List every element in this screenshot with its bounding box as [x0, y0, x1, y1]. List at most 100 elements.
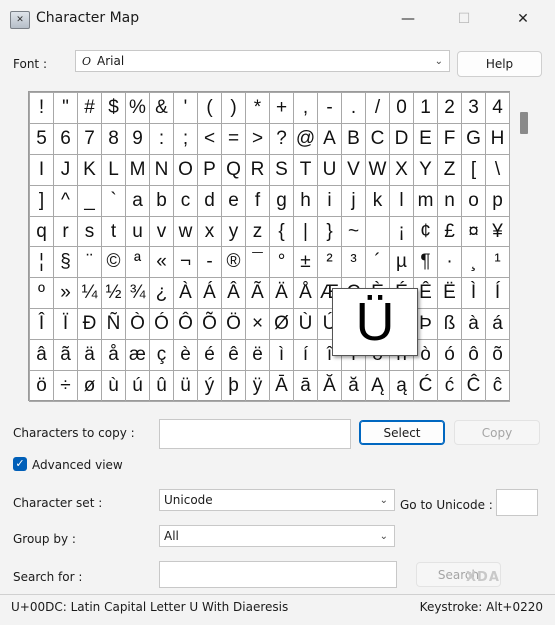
character-cell[interactable]: l: [389, 184, 414, 217]
character-cell[interactable]: _: [77, 184, 102, 217]
character-cell[interactable]: w: [173, 215, 198, 248]
character-cell[interactable]: à: [461, 308, 486, 341]
character-cell[interactable]: ©: [101, 246, 126, 279]
character-cell[interactable]: Å: [293, 277, 318, 310]
character-cell[interactable]: Ö: [221, 308, 246, 341]
copy-button[interactable]: Copy: [454, 420, 540, 445]
character-cell[interactable]: »: [53, 277, 78, 310]
character-cell[interactable]: µ: [389, 246, 414, 279]
character-cell[interactable]: ]: [29, 184, 54, 217]
character-cell[interactable]: ": [53, 92, 78, 124]
character-cell[interactable]: Í: [485, 277, 510, 310]
character-cell[interactable]: ª: [125, 246, 150, 279]
character-cell[interactable]: Ò: [125, 308, 150, 341]
character-cell[interactable]: ³: [341, 246, 366, 279]
character-cell[interactable]: p: [485, 184, 510, 217]
character-cell[interactable]: ¨: [77, 246, 102, 279]
character-cell[interactable]: j: [341, 184, 366, 217]
character-cell[interactable]: ç: [149, 339, 174, 372]
character-cell[interactable]: B: [341, 122, 366, 155]
character-cell[interactable]: [: [461, 153, 486, 186]
character-set-dropdown[interactable]: Unicode ⌄: [159, 489, 395, 511]
help-button[interactable]: Help: [457, 51, 542, 77]
character-cell[interactable]: <: [197, 122, 222, 155]
character-cell[interactable]: §: [53, 246, 78, 279]
character-cell[interactable]: %: [125, 92, 150, 124]
character-cell[interactable]: Ą: [365, 370, 390, 402]
character-cell[interactable]: ¶: [413, 246, 438, 279]
character-cell[interactable]: ¢: [413, 215, 438, 248]
character-cell[interactable]: Ó: [149, 308, 174, 341]
character-cell[interactable]: ^: [53, 184, 78, 217]
character-cell[interactable]: í: [293, 339, 318, 372]
character-cell[interactable]: ú: [125, 370, 150, 402]
character-cell[interactable]: \: [485, 153, 510, 186]
character-cell[interactable]: S: [269, 153, 294, 186]
character-cell[interactable]: =: [221, 122, 246, 155]
character-cell[interactable]: Ĉ: [461, 370, 486, 402]
character-cell[interactable]: ': [173, 92, 198, 124]
character-cell[interactable]: ;: [173, 122, 198, 155]
character-cell[interactable]: ®: [221, 246, 246, 279]
character-cell[interactable]: !: [29, 92, 54, 124]
character-cell[interactable]: -: [317, 92, 342, 124]
character-cell[interactable]: -: [197, 246, 222, 279]
character-cell[interactable]: ): [221, 92, 246, 124]
character-cell[interactable]: ä: [77, 339, 102, 372]
character-cell[interactable]: ~: [341, 215, 366, 248]
character-cell[interactable]: ·: [437, 246, 462, 279]
character-cell[interactable]: ÷: [53, 370, 78, 402]
character-cell[interactable]: @: [293, 122, 318, 155]
advanced-view-checkbox[interactable]: ✓: [13, 457, 27, 471]
character-cell[interactable]: è: [173, 339, 198, 372]
character-cell[interactable]: ā: [293, 370, 318, 402]
character-cell[interactable]: 6: [53, 122, 78, 155]
character-cell[interactable]: n: [437, 184, 462, 217]
character-cell[interactable]: k: [365, 184, 390, 217]
character-cell[interactable]: ²: [317, 246, 342, 279]
character-cell[interactable]: Z: [437, 153, 462, 186]
character-cell[interactable]: R: [245, 153, 270, 186]
character-cell[interactable]: +: [269, 92, 294, 124]
character-cell[interactable]: W: [365, 153, 390, 186]
character-cell[interactable]: ü: [173, 370, 198, 402]
character-cell[interactable]: £: [437, 215, 462, 248]
character-cell[interactable]: Q: [221, 153, 246, 186]
character-cell[interactable]: &: [149, 92, 174, 124]
character-cell[interactable]: u: [125, 215, 150, 248]
character-cell[interactable]: 8: [101, 122, 126, 155]
characters-to-copy-input[interactable]: [159, 419, 351, 449]
character-cell[interactable]: 4: [485, 92, 510, 124]
character-cell[interactable]: ¬: [173, 246, 198, 279]
character-cell[interactable]: V: [341, 153, 366, 186]
character-cell[interactable]: ë: [245, 339, 270, 372]
character-cell[interactable]: Ë: [437, 277, 462, 310]
character-cell[interactable]: æ: [125, 339, 150, 372]
character-cell[interactable]: Ä: [269, 277, 294, 310]
character-cell[interactable]: Ô: [173, 308, 198, 341]
character-cell[interactable]: Ð: [77, 308, 102, 341]
character-cell[interactable]: Ï: [53, 308, 78, 341]
character-cell[interactable]: h: [293, 184, 318, 217]
font-dropdown[interactable]: O Arial ⌄: [75, 50, 450, 72]
character-cell[interactable]: ¯: [245, 246, 270, 279]
character-cell[interactable]: ÿ: [245, 370, 270, 402]
character-cell[interactable]: «: [149, 246, 174, 279]
character-cell[interactable]: é: [197, 339, 222, 372]
character-cell[interactable]: Ù: [293, 308, 318, 341]
character-cell[interactable]: #: [77, 92, 102, 124]
character-cell[interactable]: F: [437, 122, 462, 155]
character-cell[interactable]: X: [389, 153, 414, 186]
go-to-unicode-input[interactable]: [496, 489, 538, 516]
character-cell[interactable]: ø: [77, 370, 102, 402]
character-cell[interactable]: ¡: [389, 215, 414, 248]
character-cell[interactable]: ô: [461, 339, 486, 372]
character-cell[interactable]: o: [461, 184, 486, 217]
minimize-button[interactable]: —: [385, 0, 431, 38]
character-cell[interactable]: ó: [437, 339, 462, 372]
character-cell[interactable]: g: [269, 184, 294, 217]
character-cell[interactable]: c: [173, 184, 198, 217]
character-cell[interactable]: N: [149, 153, 174, 186]
character-cell[interactable]: õ: [485, 339, 510, 372]
character-cell[interactable]: ¼: [77, 277, 102, 310]
